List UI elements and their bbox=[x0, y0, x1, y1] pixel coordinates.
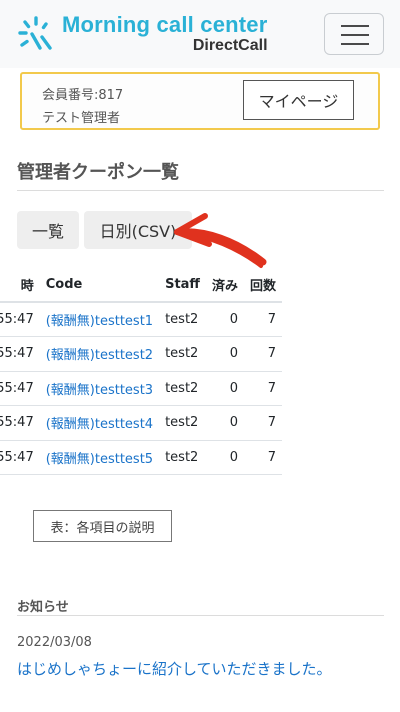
brand-title: Morning call center bbox=[62, 12, 268, 37]
notices-heading: お知らせ bbox=[17, 600, 69, 615]
cell-count: 7 bbox=[243, 336, 282, 372]
column-header-code[interactable]: Code bbox=[39, 268, 160, 303]
column-header-done[interactable]: 済み bbox=[205, 268, 244, 303]
table-row: 2022-07-03 14:55:47 (報酬無)testtest1 test2… bbox=[0, 302, 282, 337]
mypage-button[interactable]: マイページ bbox=[243, 80, 354, 120]
brand-logo-link[interactable]: Morning call center DirectCall bbox=[16, 12, 268, 56]
column-header-staff[interactable]: Staff bbox=[159, 268, 206, 303]
cell-done: 0 bbox=[205, 371, 244, 406]
divider bbox=[17, 190, 384, 191]
member-number: 会員番号:817 bbox=[42, 88, 124, 103]
table-row: 2022-07-03 14:55:47 (報酬無)testtest5 test2… bbox=[0, 440, 282, 475]
cell-code-link[interactable]: (報酬無)testtest4 bbox=[39, 405, 160, 441]
cell-staff: test2 bbox=[159, 371, 206, 406]
cell-count: 7 bbox=[243, 440, 282, 475]
cell-code-link[interactable]: (報酬無)testtest1 bbox=[39, 302, 160, 337]
cell-staff: test2 bbox=[159, 302, 206, 337]
hamburger-icon bbox=[341, 25, 369, 27]
member-name: テスト管理者 bbox=[42, 111, 121, 126]
page-title: 管理者クーポン一覧 bbox=[17, 162, 179, 183]
hamburger-menu-button[interactable] bbox=[324, 13, 384, 55]
sunburst-logo-icon bbox=[18, 16, 52, 50]
cell-code-link[interactable]: (報酬無)testtest2 bbox=[39, 336, 160, 372]
cell-code-link[interactable]: (報酬無)testtest3 bbox=[39, 371, 160, 406]
column-explanation-button[interactable]: 表：各項目の説明 bbox=[33, 510, 172, 542]
cell-count: 7 bbox=[243, 405, 282, 441]
cell-done: 0 bbox=[205, 440, 244, 475]
cell-time: 2022-07-03 14:55:47 bbox=[0, 405, 40, 441]
column-header-count[interactable]: 回数 bbox=[243, 268, 282, 303]
cell-count: 7 bbox=[243, 371, 282, 406]
cell-done: 0 bbox=[205, 302, 244, 337]
notice-link[interactable]: はじめしゃちょーに紹介していただきました。 bbox=[17, 658, 332, 679]
tab-list[interactable]: 一覧 bbox=[17, 211, 79, 249]
cell-time: 2022-07-03 14:55:47 bbox=[0, 440, 40, 475]
divider bbox=[17, 615, 384, 616]
cell-time: 2022-07-03 14:55:47 bbox=[0, 371, 40, 406]
member-info-box: 会員番号:817 テスト管理者 マイページ bbox=[20, 72, 380, 130]
table-row: 2022-07-03 14:55:47 (報酬無)testtest4 test2… bbox=[0, 405, 282, 441]
cell-done: 0 bbox=[205, 405, 244, 441]
red-arrow-annotation-icon bbox=[174, 213, 267, 268]
brand-subtitle: DirectCall bbox=[192, 37, 268, 54]
cell-staff: test2 bbox=[159, 336, 206, 372]
navbar: Morning call center DirectCall bbox=[0, 0, 400, 68]
column-header-time[interactable]: 時 bbox=[0, 268, 40, 303]
table-header-row: 時 Code Staff 済み 回数 bbox=[0, 268, 282, 303]
coupon-table: 時 Code Staff 済み 回数 2022-07-03 14:55:47 (… bbox=[0, 268, 282, 475]
cell-time: 2022-07-03 14:55:47 bbox=[0, 302, 40, 337]
table-row: 2022-07-03 14:55:47 (報酬無)testtest2 test2… bbox=[0, 336, 282, 372]
cell-staff: test2 bbox=[159, 405, 206, 441]
cell-count: 7 bbox=[243, 302, 282, 337]
coupon-table-container[interactable]: 時 Code Staff 済み 回数 2022-07-03 14:55:47 (… bbox=[0, 268, 400, 478]
notice-date: 2022/03/08 bbox=[17, 635, 92, 650]
cell-staff: test2 bbox=[159, 440, 206, 475]
cell-time: 2022-07-03 14:55:47 bbox=[0, 336, 40, 372]
table-row: 2022-07-03 14:55:47 (報酬無)testtest3 test2… bbox=[0, 371, 282, 406]
cell-code-link[interactable]: (報酬無)testtest5 bbox=[39, 440, 160, 475]
cell-done: 0 bbox=[205, 336, 244, 372]
